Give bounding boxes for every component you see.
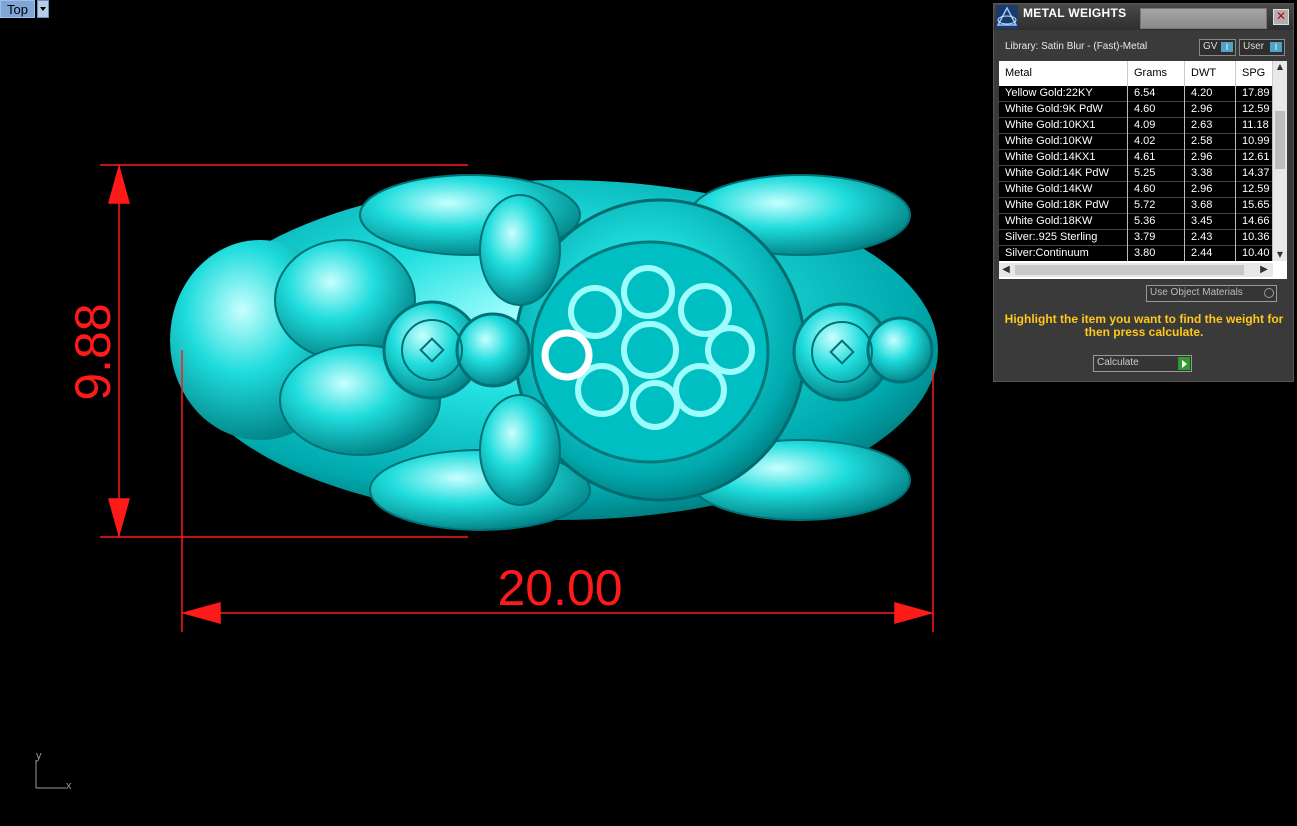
scroll-down-icon[interactable]: ▼ xyxy=(1273,249,1287,261)
app-logo-icon xyxy=(996,5,1018,29)
metal-weights-panel: METAL WEIGHTS ✕ Library: Satin Blur - (F… xyxy=(993,3,1294,382)
title-bar-fill xyxy=(1140,8,1267,29)
cell-grams: 5.72 xyxy=(1128,198,1185,214)
cell-metal: White Gold:10KX1 xyxy=(999,118,1128,134)
scroll-up-icon[interactable]: ▲ xyxy=(1273,61,1287,73)
viewport-name[interactable]: Top xyxy=(0,0,35,18)
gv-toggle-label: GV xyxy=(1203,41,1218,52)
cell-grams: 4.60 xyxy=(1128,102,1185,118)
cell-spg: 14.66 xyxy=(1236,214,1273,230)
cell-dwt: 3.38 xyxy=(1185,166,1236,182)
cell-dwt: 3.68 xyxy=(1185,198,1236,214)
cell-spg: 15.65 xyxy=(1236,198,1273,214)
use-object-materials-label: Use Object Materials xyxy=(1150,287,1243,298)
scroll-left-icon[interactable]: ◀ xyxy=(999,263,1013,277)
scroll-thumb[interactable] xyxy=(1015,265,1244,275)
calculate-button[interactable]: Calculate xyxy=(1093,355,1192,372)
cell-grams: 3.80 xyxy=(1128,246,1185,261)
cell-metal: White Gold:18K PdW xyxy=(999,198,1128,214)
cell-metal: White Gold:18KW xyxy=(999,214,1128,230)
calculate-label: Calculate xyxy=(1097,357,1139,368)
close-icon[interactable]: ✕ xyxy=(1273,9,1289,25)
viewport-tab[interactable]: Top xyxy=(0,0,49,18)
cell-grams: 6.54 xyxy=(1128,86,1185,102)
cell-spg: 14.37 xyxy=(1236,166,1273,182)
height-dimension-label: 9.88 xyxy=(65,303,121,400)
table-row[interactable]: White Gold:9K PdW 4.60 2.96 12.59 xyxy=(999,102,1273,118)
table-body: Yellow Gold:22KY 6.54 4.20 17.89 White Gold:… xyxy=(999,86,1273,261)
cell-dwt: 2.44 xyxy=(1185,246,1236,261)
cell-dwt: 2.96 xyxy=(1185,102,1236,118)
cell-grams: 3.79 xyxy=(1128,230,1185,246)
radio-icon[interactable] xyxy=(1264,288,1274,298)
cell-metal: Silver:.925 Sterling xyxy=(999,230,1128,246)
gv-toggle[interactable]: GV I xyxy=(1199,39,1236,56)
cell-dwt: 2.43 xyxy=(1185,230,1236,246)
panel-title: METAL WEIGHTS xyxy=(1023,6,1127,20)
cell-spg: 10.40 xyxy=(1236,246,1273,261)
cell-dwt: 2.96 xyxy=(1185,182,1236,198)
table-row[interactable]: White Gold:18K PdW 5.72 3.68 15.65 xyxy=(999,198,1273,214)
cell-dwt: 2.96 xyxy=(1185,150,1236,166)
column-header-dwt[interactable]: DWT xyxy=(1185,61,1236,86)
panel-titlebar[interactable]: METAL WEIGHTS ✕ xyxy=(994,4,1293,30)
cell-grams: 4.02 xyxy=(1128,134,1185,150)
table-row[interactable]: White Gold:10KW 4.02 2.58 10.99 xyxy=(999,134,1273,150)
cell-grams: 4.60 xyxy=(1128,182,1185,198)
toggle-indicator-icon: I xyxy=(1270,42,1282,52)
table-row[interactable]: White Gold:14K PdW 5.25 3.38 14.37 xyxy=(999,166,1273,182)
library-label: Library: Satin Blur - (Fast)-Metal xyxy=(1005,41,1148,52)
column-header-metal[interactable]: Metal xyxy=(999,61,1128,86)
cell-spg: 12.59 xyxy=(1236,102,1273,118)
column-header-spg[interactable]: SPG xyxy=(1236,61,1273,86)
cell-spg: 10.36 xyxy=(1236,230,1273,246)
cell-dwt: 2.58 xyxy=(1185,134,1236,150)
use-object-materials-option[interactable]: Use Object Materials xyxy=(1146,285,1277,302)
table-row[interactable]: White Gold:14KW 4.60 2.96 12.59 xyxy=(999,182,1273,198)
cell-grams: 5.25 xyxy=(1128,166,1185,182)
user-toggle[interactable]: User I xyxy=(1239,39,1285,56)
cell-dwt: 3.45 xyxy=(1185,214,1236,230)
table-row[interactable]: White Gold:10KX1 4.09 2.63 11.18 xyxy=(999,118,1273,134)
user-toggle-label: User xyxy=(1243,41,1265,52)
cell-metal: Silver:Continuum xyxy=(999,246,1128,261)
scroll-right-icon[interactable]: ▶ xyxy=(1257,263,1271,277)
cell-spg: 12.59 xyxy=(1236,182,1273,198)
table-row[interactable]: Silver:.925 Sterling 3.79 2.43 10.36 xyxy=(999,230,1273,246)
table-row[interactable]: White Gold:18KW 5.36 3.45 14.66 xyxy=(999,214,1273,230)
horizontal-scrollbar[interactable]: ◀ ▶ xyxy=(999,263,1273,277)
cell-grams: 4.61 xyxy=(1128,150,1185,166)
toggle-indicator-icon: I xyxy=(1221,42,1233,52)
cell-dwt: 4.20 xyxy=(1185,86,1236,102)
table-row[interactable]: Silver:Continuum 3.80 2.44 10.40 xyxy=(999,246,1273,261)
axis-widget: y x xyxy=(28,748,78,798)
width-dimension-label: 20.00 xyxy=(497,560,622,616)
cell-metal: White Gold:14K PdW xyxy=(999,166,1128,182)
instruction-text: Highlight the item you want to find the … xyxy=(1004,312,1284,339)
cell-spg: 10.99 xyxy=(1236,134,1273,150)
cell-spg: 17.89 xyxy=(1236,86,1273,102)
metal-table: Metal Grams DWT SPG Yellow Gold:22KY 6.54… xyxy=(999,61,1287,279)
table-row[interactable]: White Gold:14KX1 4.61 2.96 12.61 xyxy=(999,150,1273,166)
play-icon[interactable] xyxy=(1178,357,1190,370)
table-header: Metal Grams DWT SPG xyxy=(999,61,1273,86)
cell-metal: Yellow Gold:22KY xyxy=(999,86,1128,102)
scroll-thumb[interactable] xyxy=(1275,111,1285,169)
table-row[interactable]: Yellow Gold:22KY 6.54 4.20 17.89 xyxy=(999,86,1273,102)
axis-y-label: y xyxy=(36,750,42,762)
column-header-grams[interactable]: Grams xyxy=(1128,61,1185,86)
cell-metal: White Gold:9K PdW xyxy=(999,102,1128,118)
cell-dwt: 2.63 xyxy=(1185,118,1236,134)
vertical-scrollbar[interactable]: ▲ ▼ xyxy=(1273,61,1287,261)
cell-metal: White Gold:14KX1 xyxy=(999,150,1128,166)
cell-metal: White Gold:10KW xyxy=(999,134,1128,150)
jewelry-model[interactable] xyxy=(170,174,938,531)
cell-grams: 5.36 xyxy=(1128,214,1185,230)
viewport-menu-dropdown-icon[interactable] xyxy=(36,0,49,18)
axis-x-label: x xyxy=(66,780,72,792)
cell-spg: 12.61 xyxy=(1236,150,1273,166)
cell-spg: 11.18 xyxy=(1236,118,1273,134)
cell-grams: 4.09 xyxy=(1128,118,1185,134)
cell-metal: White Gold:14KW xyxy=(999,182,1128,198)
